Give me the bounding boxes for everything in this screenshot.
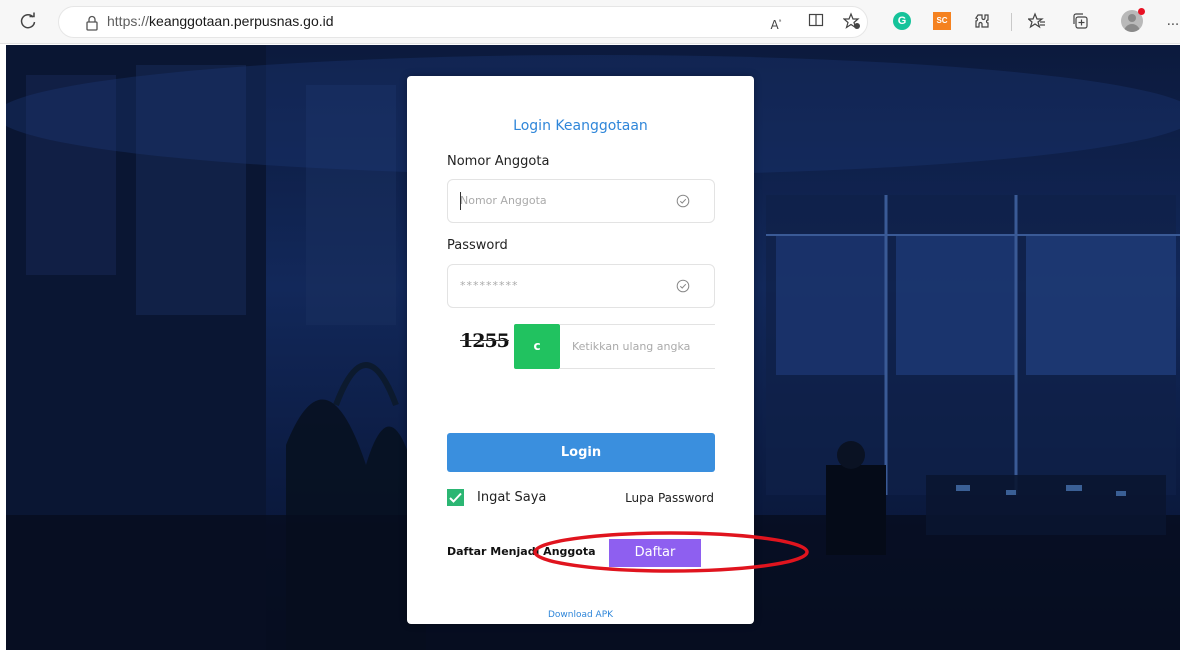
grammarly-extension-icon[interactable]: G [893,12,911,30]
login-title: Login Keanggotaan [513,118,648,134]
remember-me-label[interactable]: Ingat Saya [477,490,546,505]
login-card: Login Keanggotaan Nomor Anggota Nomor An… [407,76,754,624]
split-screen-icon[interactable] [806,12,826,32]
favorites-icon[interactable] [1026,12,1047,32]
collections-icon[interactable] [1070,12,1090,32]
member-number-input[interactable]: Nomor Anggota [447,179,715,223]
url-text[interactable]: https://keanggotaan.perpusnas.go.id [107,13,334,29]
toolbar-separator [1011,13,1012,31]
sc-extension-icon[interactable]: SC [933,12,951,30]
notification-dot [1138,8,1145,15]
browser-toolbar: https://keanggotaan.perpusnas.go.id Aᵃ G… [0,0,1180,44]
register-prompt: Daftar Menjadi Anggota [447,545,596,558]
member-number-label: Nomor Anggota [447,154,550,169]
password-placeholder: ********* [460,279,519,292]
register-button[interactable]: Daftar [609,539,701,567]
download-apk-link[interactable]: Download APK [407,610,754,620]
forgot-password-link[interactable]: Lupa Password [625,491,714,505]
remember-me-checkbox[interactable] [447,489,464,506]
login-button[interactable]: Login [447,433,715,472]
address-bar[interactable]: https://keanggotaan.perpusnas.go.id [58,6,868,38]
extensions-icon[interactable] [972,12,992,32]
captcha-placeholder: Ketikkan ulang angka [572,340,691,353]
checkmark-icon [449,492,462,503]
refresh-icon[interactable] [18,12,38,32]
read-aloud-icon[interactable]: Aᵃ [766,12,786,32]
more-icon[interactable]: ... [1163,12,1180,32]
captcha-input[interactable]: Ketikkan ulang angka [560,324,715,369]
password-label: Password [447,238,508,253]
password-input[interactable]: ********* [447,264,715,308]
lock-icon[interactable] [83,14,101,32]
check-circle-icon [676,279,690,293]
member-number-placeholder: Nomor Anggota [460,194,547,207]
check-circle-icon [676,194,690,208]
captcha-image: 1255 [460,330,510,352]
captcha-refresh-button[interactable]: c [514,324,560,369]
favorite-add-icon[interactable] [842,12,862,32]
